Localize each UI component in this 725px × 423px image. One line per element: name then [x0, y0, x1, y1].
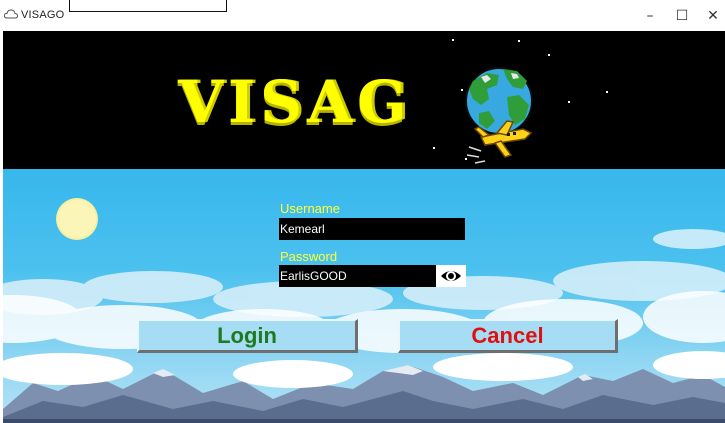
title-bar: VISAGO – ☐ ✕: [0, 0, 725, 31]
username-label: Username: [280, 201, 340, 216]
star: [452, 39, 454, 41]
globe-airplane-icon: [465, 67, 533, 164]
star: [568, 101, 570, 103]
app-cloud-icon: [4, 9, 18, 19]
password-label: Password: [280, 249, 338, 264]
star: [606, 91, 608, 93]
star: [433, 147, 435, 149]
password-input[interactable]: [279, 265, 436, 287]
cancel-button[interactable]: Cancel: [398, 319, 618, 353]
show-password-button[interactable]: [436, 265, 466, 287]
sky-mountain-scenery: [3, 198, 725, 423]
login-button[interactable]: Login: [137, 319, 358, 353]
close-button[interactable]: ✕: [703, 8, 723, 24]
maximize-button[interactable]: ☐: [672, 8, 692, 24]
eye-icon: [441, 271, 461, 281]
header-banner: VISAG: [3, 31, 725, 169]
star: [518, 40, 520, 42]
app-logo-text: VISAG: [178, 68, 412, 136]
minimize-button[interactable]: –: [640, 8, 660, 24]
login-background: [3, 169, 725, 423]
window-title: VISAGO: [21, 9, 65, 21]
title-overlay-box: [69, 0, 227, 12]
username-input[interactable]: [279, 218, 465, 240]
star: [548, 54, 550, 56]
